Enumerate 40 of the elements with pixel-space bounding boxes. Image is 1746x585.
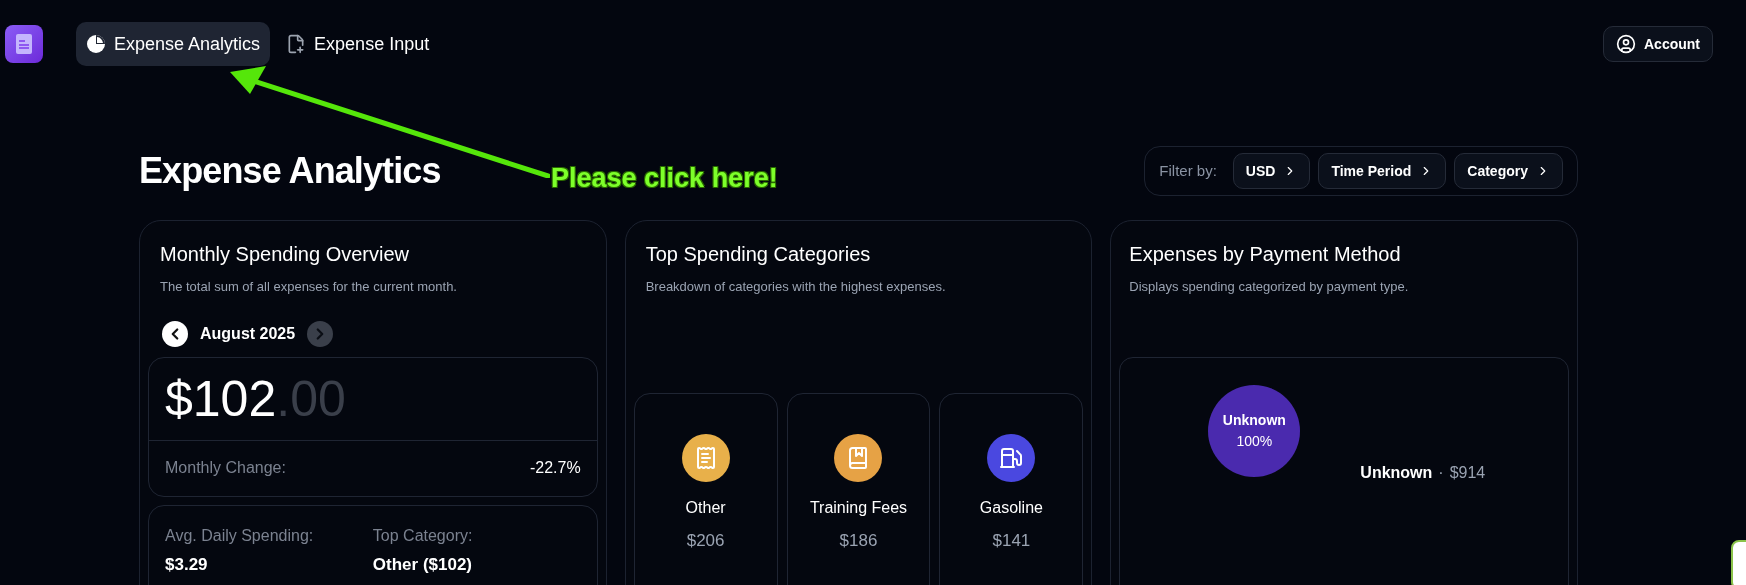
- filter-label: Filter by:: [1159, 160, 1217, 181]
- month-label: August 2025: [200, 323, 296, 344]
- legend-label: Unknown: [1360, 462, 1433, 483]
- slice-value: 100%: [1236, 431, 1273, 451]
- category-amount: $141: [992, 529, 1031, 552]
- filter-chip[interactable]: Time Period: [1318, 153, 1447, 189]
- card-title: Expenses by Payment Method: [1129, 242, 1402, 267]
- amount-value: $102: [165, 373, 277, 424]
- card-description: Displays spending categorized by payment type.: [1129, 278, 1410, 296]
- app-logo[interactable]: [5, 25, 43, 63]
- category-amount: $186: [839, 529, 878, 552]
- account-button[interactable]: Account: [1603, 26, 1713, 62]
- pie-chart-icon: [86, 34, 106, 54]
- legend-separator: ·: [1438, 462, 1444, 483]
- category-amount: $206: [686, 529, 725, 552]
- card-description: The total sum of all expenses for the current month.: [160, 278, 458, 296]
- stat-label: Top Category:: [372, 525, 474, 546]
- previous-month-button[interactable]: [162, 320, 188, 347]
- nav-tab[interactable]: Expense Analytics: [76, 22, 271, 66]
- change-label: Monthly Change:: [165, 458, 286, 478]
- filter-chip[interactable]: Category: [1454, 153, 1563, 189]
- stat-value: $3.29: [165, 553, 209, 576]
- stat-value: Other ($102): [372, 553, 474, 576]
- filter-chip[interactable]: USD: [1232, 153, 1311, 189]
- change-value: -22.7%: [529, 458, 581, 478]
- page-title: Expense Analytics: [139, 149, 441, 193]
- card-description: Breakdown of categories with the highest expenses.: [645, 278, 947, 296]
- card-title: Monthly Spending Overview: [160, 242, 410, 267]
- category-name: Training Fees: [809, 497, 908, 518]
- user-icon: [1616, 34, 1636, 54]
- stat-label: Avg. Daily Spending:: [165, 525, 315, 546]
- fuel-pump-icon: [999, 445, 1024, 470]
- annotation-text: Please click here!: [551, 162, 778, 195]
- category-name: Gasoline: [979, 497, 1043, 518]
- legend-amount: $914: [1449, 462, 1486, 483]
- slice-label: Unknown: [1222, 410, 1286, 430]
- amount-cents: .00: [276, 373, 346, 424]
- category-name: Other: [685, 497, 726, 518]
- nav-tab[interactable]: Expense Input: [276, 22, 440, 66]
- card-title: Top Spending Categories: [645, 242, 872, 267]
